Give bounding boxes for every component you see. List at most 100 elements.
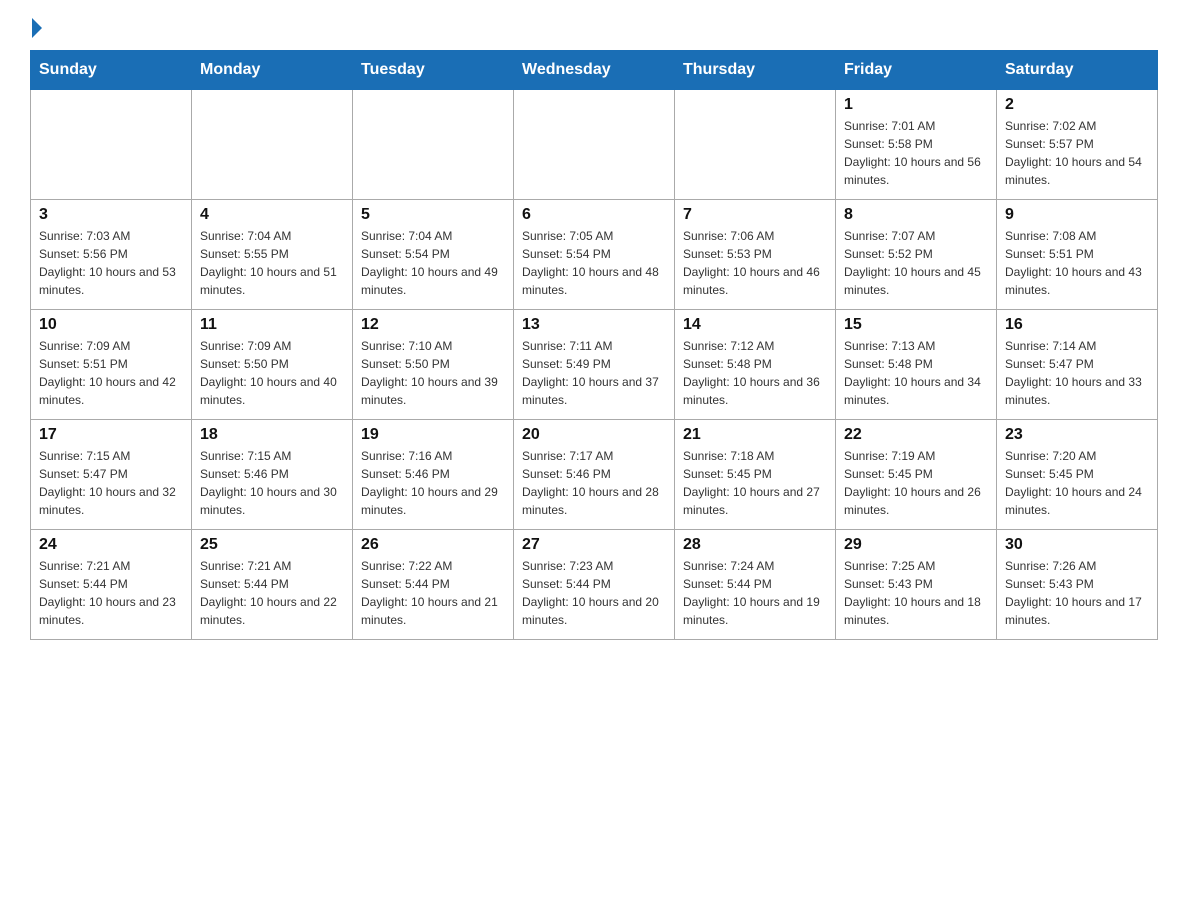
calendar-cell: 21 Sunrise: 7:18 AM Sunset: 5:45 PM Dayli…	[675, 420, 836, 530]
day-info: Sunrise: 7:03 AM Sunset: 5:56 PM Dayligh…	[39, 227, 183, 299]
calendar-cell: 17 Sunrise: 7:15 AM Sunset: 5:47 PM Dayli…	[31, 420, 192, 530]
day-info: Sunrise: 7:04 AM Sunset: 5:55 PM Dayligh…	[200, 227, 344, 299]
calendar-cell: 12 Sunrise: 7:10 AM Sunset: 5:50 PM Dayli…	[353, 310, 514, 420]
day-number: 1	[844, 96, 988, 114]
calendar-cell: 2 Sunrise: 7:02 AM Sunset: 5:57 PM Daylig…	[997, 90, 1158, 200]
day-number: 11	[200, 316, 344, 334]
day-info: Sunrise: 7:23 AM Sunset: 5:44 PM Dayligh…	[522, 557, 666, 629]
day-number: 17	[39, 426, 183, 444]
calendar-cell: 25 Sunrise: 7:21 AM Sunset: 5:44 PM Dayli…	[192, 530, 353, 640]
week-row-5: 24 Sunrise: 7:21 AM Sunset: 5:44 PM Dayli…	[31, 530, 1158, 640]
day-info: Sunrise: 7:12 AM Sunset: 5:48 PM Dayligh…	[683, 337, 827, 409]
day-info: Sunrise: 7:16 AM Sunset: 5:46 PM Dayligh…	[361, 447, 505, 519]
calendar-cell: 30 Sunrise: 7:26 AM Sunset: 5:43 PM Dayli…	[997, 530, 1158, 640]
week-row-3: 10 Sunrise: 7:09 AM Sunset: 5:51 PM Dayli…	[31, 310, 1158, 420]
day-number: 30	[1005, 536, 1149, 554]
day-number: 6	[522, 206, 666, 224]
day-number: 29	[844, 536, 988, 554]
day-info: Sunrise: 7:26 AM Sunset: 5:43 PM Dayligh…	[1005, 557, 1149, 629]
week-row-2: 3 Sunrise: 7:03 AM Sunset: 5:56 PM Daylig…	[31, 200, 1158, 310]
day-number: 24	[39, 536, 183, 554]
day-info: Sunrise: 7:07 AM Sunset: 5:52 PM Dayligh…	[844, 227, 988, 299]
calendar-cell: 3 Sunrise: 7:03 AM Sunset: 5:56 PM Daylig…	[31, 200, 192, 310]
calendar-cell: 11 Sunrise: 7:09 AM Sunset: 5:50 PM Dayli…	[192, 310, 353, 420]
day-number: 3	[39, 206, 183, 224]
day-number: 4	[200, 206, 344, 224]
calendar-cell: 24 Sunrise: 7:21 AM Sunset: 5:44 PM Dayli…	[31, 530, 192, 640]
day-number: 20	[522, 426, 666, 444]
calendar-cell: 23Sunrise: 7:20 AM Sunset: 5:45 PM Dayli…	[997, 420, 1158, 530]
day-info: Sunrise: 7:11 AM Sunset: 5:49 PM Dayligh…	[522, 337, 666, 409]
week-row-4: 17 Sunrise: 7:15 AM Sunset: 5:47 PM Dayli…	[31, 420, 1158, 530]
day-info: Sunrise: 7:08 AM Sunset: 5:51 PM Dayligh…	[1005, 227, 1149, 299]
calendar-cell: 14Sunrise: 7:12 AM Sunset: 5:48 PM Dayli…	[675, 310, 836, 420]
day-info: Sunrise: 7:14 AM Sunset: 5:47 PM Dayligh…	[1005, 337, 1149, 409]
calendar-cell	[353, 90, 514, 200]
calendar-cell: 18Sunrise: 7:15 AM Sunset: 5:46 PM Dayli…	[192, 420, 353, 530]
day-info: Sunrise: 7:05 AM Sunset: 5:54 PM Dayligh…	[522, 227, 666, 299]
weekday-header-friday: Friday	[836, 51, 997, 90]
day-info: Sunrise: 7:09 AM Sunset: 5:51 PM Dayligh…	[39, 337, 183, 409]
calendar-cell: 27 Sunrise: 7:23 AM Sunset: 5:44 PM Dayli…	[514, 530, 675, 640]
day-number: 23	[1005, 426, 1149, 444]
weekday-header-sunday: Sunday	[31, 51, 192, 90]
calendar-cell: 26 Sunrise: 7:22 AM Sunset: 5:44 PM Dayli…	[353, 530, 514, 640]
day-info: Sunrise: 7:09 AM Sunset: 5:50 PM Dayligh…	[200, 337, 344, 409]
weekday-header-monday: Monday	[192, 51, 353, 90]
day-number: 25	[200, 536, 344, 554]
day-number: 10	[39, 316, 183, 334]
calendar-cell: 6 Sunrise: 7:05 AM Sunset: 5:54 PM Daylig…	[514, 200, 675, 310]
day-info: Sunrise: 7:22 AM Sunset: 5:44 PM Dayligh…	[361, 557, 505, 629]
calendar-cell	[514, 90, 675, 200]
weekday-header-thursday: Thursday	[675, 51, 836, 90]
day-number: 5	[361, 206, 505, 224]
day-info: Sunrise: 7:01 AM Sunset: 5:58 PM Dayligh…	[844, 117, 988, 189]
day-info: Sunrise: 7:18 AM Sunset: 5:45 PM Dayligh…	[683, 447, 827, 519]
day-number: 13	[522, 316, 666, 334]
day-info: Sunrise: 7:02 AM Sunset: 5:57 PM Dayligh…	[1005, 117, 1149, 189]
day-number: 9	[1005, 206, 1149, 224]
day-info: Sunrise: 7:19 AM Sunset: 5:45 PM Dayligh…	[844, 447, 988, 519]
weekday-header-row: SundayMondayTuesdayWednesdayThursdayFrid…	[31, 51, 1158, 90]
day-number: 18	[200, 426, 344, 444]
day-info: Sunrise: 7:21 AM Sunset: 5:44 PM Dayligh…	[39, 557, 183, 629]
calendar-cell: 29 Sunrise: 7:25 AM Sunset: 5:43 PM Dayli…	[836, 530, 997, 640]
day-number: 21	[683, 426, 827, 444]
calendar-cell: 9 Sunrise: 7:08 AM Sunset: 5:51 PM Daylig…	[997, 200, 1158, 310]
calendar-cell: 28 Sunrise: 7:24 AM Sunset: 5:44 PM Dayli…	[675, 530, 836, 640]
calendar-cell: 10 Sunrise: 7:09 AM Sunset: 5:51 PM Dayli…	[31, 310, 192, 420]
day-info: Sunrise: 7:21 AM Sunset: 5:44 PM Dayligh…	[200, 557, 344, 629]
calendar-cell: 19 Sunrise: 7:16 AM Sunset: 5:46 PM Dayli…	[353, 420, 514, 530]
weekday-header-wednesday: Wednesday	[514, 51, 675, 90]
logo	[30, 20, 42, 34]
day-number: 28	[683, 536, 827, 554]
day-info: Sunrise: 7:25 AM Sunset: 5:43 PM Dayligh…	[844, 557, 988, 629]
day-number: 26	[361, 536, 505, 554]
day-info: Sunrise: 7:04 AM Sunset: 5:54 PM Dayligh…	[361, 227, 505, 299]
day-number: 22	[844, 426, 988, 444]
calendar-cell: 16Sunrise: 7:14 AM Sunset: 5:47 PM Dayli…	[997, 310, 1158, 420]
calendar-cell	[31, 90, 192, 200]
logo-arrow-icon	[32, 18, 42, 38]
day-number: 19	[361, 426, 505, 444]
weekday-header-saturday: Saturday	[997, 51, 1158, 90]
calendar-cell: 13 Sunrise: 7:11 AM Sunset: 5:49 PM Dayli…	[514, 310, 675, 420]
calendar-cell: 22 Sunrise: 7:19 AM Sunset: 5:45 PM Dayli…	[836, 420, 997, 530]
calendar-table: SundayMondayTuesdayWednesdayThursdayFrid…	[30, 50, 1158, 640]
day-info: Sunrise: 7:15 AM Sunset: 5:47 PM Dayligh…	[39, 447, 183, 519]
week-row-1: 1 Sunrise: 7:01 AM Sunset: 5:58 PM Daylig…	[31, 90, 1158, 200]
day-number: 15	[844, 316, 988, 334]
day-info: Sunrise: 7:10 AM Sunset: 5:50 PM Dayligh…	[361, 337, 505, 409]
calendar-cell: 4 Sunrise: 7:04 AM Sunset: 5:55 PM Daylig…	[192, 200, 353, 310]
calendar-cell: 1 Sunrise: 7:01 AM Sunset: 5:58 PM Daylig…	[836, 90, 997, 200]
day-info: Sunrise: 7:17 AM Sunset: 5:46 PM Dayligh…	[522, 447, 666, 519]
day-number: 12	[361, 316, 505, 334]
calendar-cell	[192, 90, 353, 200]
calendar-cell: 5 Sunrise: 7:04 AM Sunset: 5:54 PM Daylig…	[353, 200, 514, 310]
day-info: Sunrise: 7:24 AM Sunset: 5:44 PM Dayligh…	[683, 557, 827, 629]
day-number: 2	[1005, 96, 1149, 114]
calendar-cell: 20 Sunrise: 7:17 AM Sunset: 5:46 PM Dayli…	[514, 420, 675, 530]
day-number: 8	[844, 206, 988, 224]
day-number: 27	[522, 536, 666, 554]
calendar-cell: 7Sunrise: 7:06 AM Sunset: 5:53 PM Daylig…	[675, 200, 836, 310]
